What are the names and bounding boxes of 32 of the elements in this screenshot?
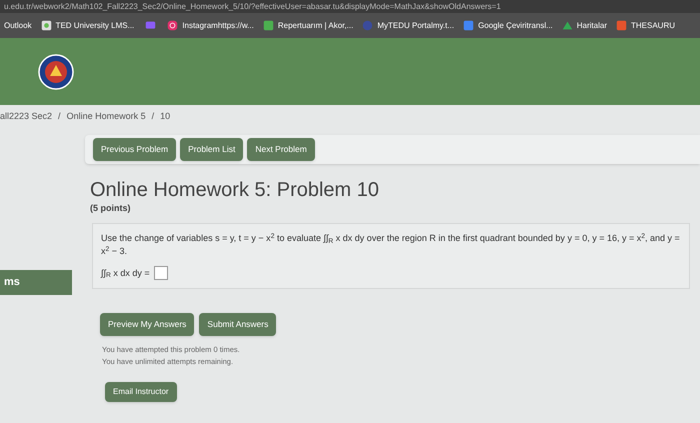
bookmark[interactable]: TED University LMS... [40,20,134,32]
problem-title: Online Homework 5: Problem 10 [90,178,380,202]
breadcrumb-link[interactable]: Online Homework 5 [66,110,146,135]
breadcrumb-separator: / [150,110,156,123]
app-tile-icon [262,20,274,31]
preview-answers-button[interactable]: Preview My Answers [100,313,194,336]
problem-list-button[interactable]: Problem List [180,138,244,161]
bookmark[interactable]: Haritalar [562,20,607,32]
university-logo-icon [38,54,74,90]
points-text: (5 points) [90,202,132,215]
globe-icon [362,20,374,31]
previous-problem-button[interactable]: Previous Problem [93,138,176,161]
translate-icon [463,20,474,31]
answer-field[interactable] [154,266,168,280]
breadcrumb-link[interactable]: 10 [160,110,170,135]
bookmark[interactable]: Google Çeviritransl... [463,20,553,32]
chat-bubble-icon [145,20,156,31]
bookmark[interactable]: MyTEDU Portalmy.t... [362,20,454,32]
bookmark[interactable]: Repertuarım | Akor,... [262,20,354,32]
camera-icon [167,20,178,31]
bookmark[interactable]: Instagramhttps://w... [167,20,254,32]
breadcrumb-separator: / [57,110,62,123]
next-problem-button[interactable]: Next Problem [247,138,315,161]
breadcrumb-link[interactable]: all2223 Sec2 [0,110,52,135]
answer-label: ∫∫$_{R}$ x dx dy = [101,266,150,280]
sidebar-item[interactable]: ms [0,270,72,294]
submit-answers-button[interactable]: Submit Answers [199,313,276,336]
bookmark[interactable]: Outlook [4,20,32,32]
bookmark[interactable]: THESAURU [616,20,676,32]
problem-statement: Use the change of variables s = y, t = y − x$^{2}$ to evaluate ∫∫$_{R}$ x dx dy over the region R in the first quadrant bounded by y = 0, y = 16, y = x$^{2}$, and y = x$^{2}$ − 3. [101,232,681,258]
letter-tile-icon [616,20,627,31]
email-instructor-button[interactable]: Email Instructor [105,382,177,402]
